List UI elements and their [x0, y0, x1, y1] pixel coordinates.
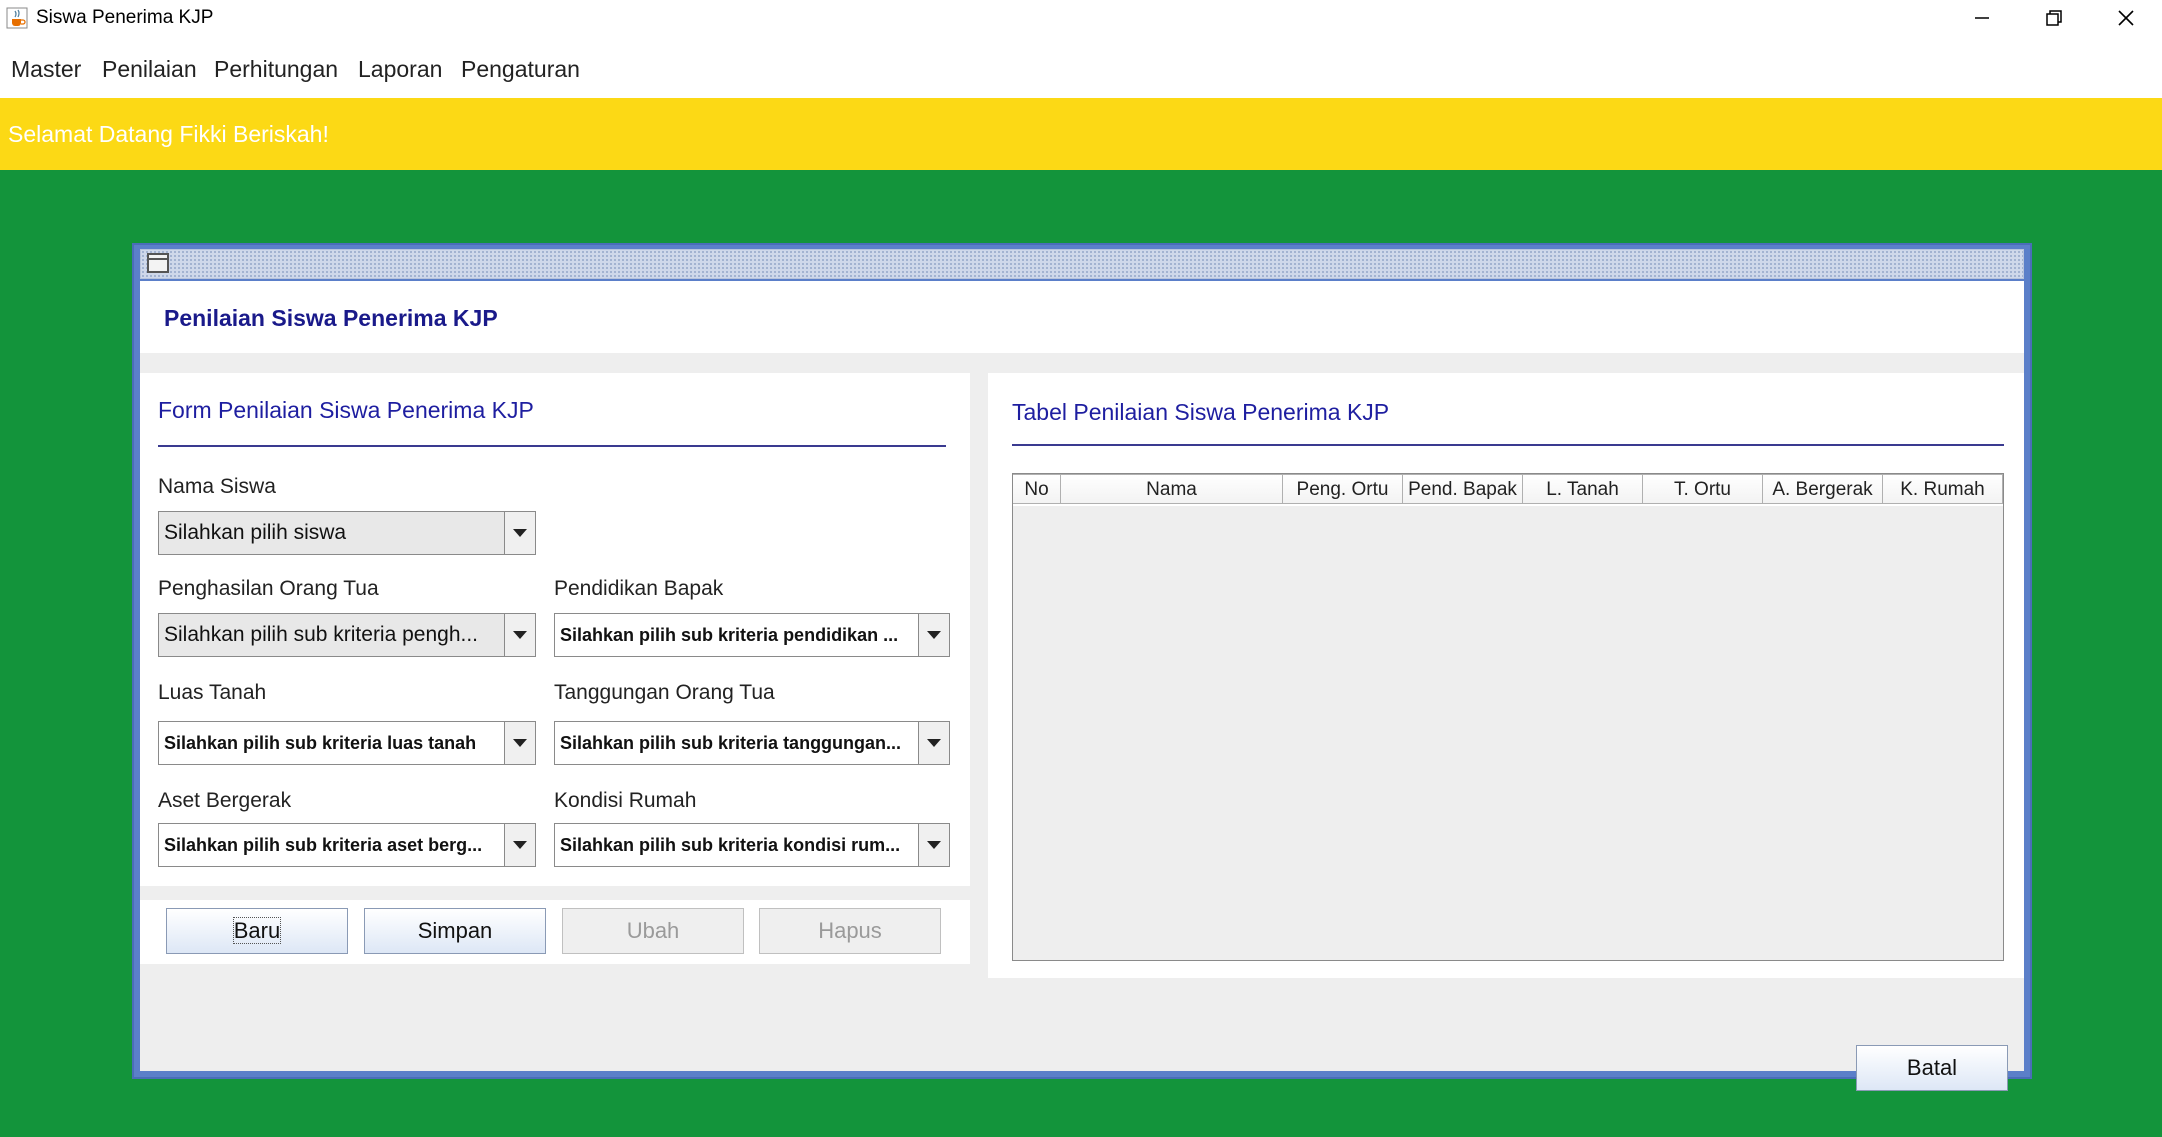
window-title: Siswa Penerima KJP — [36, 7, 214, 28]
table-column-header[interactable]: Peng. Ortu — [1283, 474, 1403, 504]
chevron-down-icon[interactable] — [918, 614, 949, 656]
pendidikan-value: Silahkan pilih sub kriteria pendidikan .… — [560, 625, 899, 645]
table-column-header[interactable]: T. Ortu — [1643, 474, 1763, 504]
table-column-header[interactable]: A. Bergerak — [1763, 474, 1883, 504]
kondisi-combo[interactable]: Silahkan pilih sub kriteria kondisi rum.… — [554, 823, 950, 867]
hapus-button[interactable]: Hapus — [759, 908, 941, 954]
button-panel: Baru Simpan Ubah Hapus — [140, 900, 970, 964]
pendidikan-combo[interactable]: Silahkan pilih sub kriteria pendidikan .… — [554, 613, 950, 657]
welcome-text: Selamat Datang Fikki Beriskah! — [8, 121, 329, 147]
kondisi-value: Silahkan pilih sub kriteria kondisi rum.… — [560, 835, 901, 855]
pendidikan-label: Pendidikan Bapak — [554, 577, 724, 600]
penghasilan-value: Silahkan pilih sub kriteria pengh... — [164, 623, 479, 646]
welcome-banner: Selamat Datang Fikki Beriskah! — [0, 98, 2162, 170]
menu-pengaturan[interactable]: Pengaturan — [461, 56, 580, 83]
chevron-down-icon[interactable] — [504, 512, 535, 554]
aset-label: Aset Bergerak — [158, 789, 292, 812]
baru-button[interactable]: Baru — [166, 908, 348, 954]
chevron-down-icon[interactable] — [918, 722, 949, 764]
table-divider — [1012, 444, 2004, 446]
nama-siswa-combo[interactable]: Silahkan pilih siswa — [158, 511, 536, 555]
table-column-header[interactable]: L. Tanah — [1523, 474, 1643, 504]
chevron-down-icon[interactable] — [504, 824, 535, 866]
menu-perhitungan[interactable]: Perhitungan — [214, 56, 338, 83]
chevron-down-icon[interactable] — [504, 722, 535, 764]
tanggungan-label: Tanggungan Orang Tua — [554, 681, 775, 704]
simpan-label: Simpan — [417, 918, 493, 943]
penghasilan-label: Penghasilan Orang Tua — [158, 577, 379, 600]
close-button[interactable] — [2090, 0, 2162, 36]
penilaian-table[interactable]: No Nama Peng. Ortu Pend. Bapak L. Tanah T. Or… — [1012, 473, 2004, 961]
tanggungan-value: Silahkan pilih sub kriteria tanggungan..… — [560, 733, 902, 753]
minimize-button[interactable] — [1946, 0, 2018, 36]
ubah-label: Ubah — [626, 918, 680, 943]
window-titlebar: Siswa Penerima KJP — [0, 0, 2162, 36]
restore-icon — [2046, 10, 2062, 26]
table-header: No Nama Peng. Ortu Pend. Bapak L. Tanah T. Or… — [1013, 474, 2003, 506]
chevron-down-icon[interactable] — [504, 614, 535, 656]
internal-frame-titlebar[interactable] — [140, 249, 2024, 279]
luas-tanah-label: Luas Tanah — [158, 681, 267, 704]
table-column-header[interactable]: Nama — [1061, 474, 1283, 504]
table-panel: Tabel Penilaian Siswa Penerima KJP No Nam… — [988, 373, 2024, 978]
page-title: Penilaian Siswa Penerima KJP — [164, 305, 498, 331]
chevron-down-icon[interactable] — [918, 824, 949, 866]
minimize-icon — [1975, 17, 1989, 19]
tanggungan-combo[interactable]: Silahkan pilih sub kriteria tanggungan..… — [554, 721, 950, 765]
table-column-header[interactable]: K. Rumah — [1883, 474, 2003, 504]
table-column-header[interactable]: Pend. Bapak — [1403, 474, 1523, 504]
simpan-button[interactable]: Simpan — [364, 908, 546, 954]
close-icon — [2118, 10, 2134, 26]
batal-button[interactable]: Batal — [1856, 1045, 2008, 1091]
aset-value: Silahkan pilih sub kriteria aset berg... — [164, 835, 483, 855]
ubah-button[interactable]: Ubah — [562, 908, 744, 954]
form-heading: Form Penilaian Siswa Penerima KJP — [158, 397, 534, 423]
nama-siswa-label: Nama Siswa — [158, 475, 276, 498]
menu-master[interactable]: Master — [11, 56, 81, 83]
hapus-label: Hapus — [818, 918, 882, 943]
nama-siswa-value: Silahkan pilih siswa — [164, 521, 347, 544]
internal-frame: Penilaian Siswa Penerima KJP Form Penila… — [132, 243, 2032, 1091]
frame-window-icon — [147, 253, 169, 273]
internal-frame-body: Penilaian Siswa Penerima KJP Form Penila… — [140, 281, 2024, 1091]
menu-laporan[interactable]: Laporan — [358, 56, 442, 83]
header-panel: Penilaian Siswa Penerima KJP — [140, 281, 2024, 353]
form-divider — [158, 445, 946, 447]
penghasilan-combo[interactable]: Silahkan pilih sub kriteria pengh... — [158, 613, 536, 657]
form-panel: Form Penilaian Siswa Penerima KJP Nama S… — [140, 373, 970, 886]
baru-label: Baru — [232, 917, 282, 944]
luas-tanah-combo[interactable]: Silahkan pilih sub kriteria luas tanah — [158, 721, 536, 765]
table-heading: Tabel Penilaian Siswa Penerima KJP — [1012, 399, 1390, 425]
batal-label: Batal — [1906, 1055, 1958, 1080]
menu-penilaian[interactable]: Penilaian — [102, 56, 197, 83]
luas-tanah-value: Silahkan pilih sub kriteria luas tanah — [164, 733, 477, 753]
aset-combo[interactable]: Silahkan pilih sub kriteria aset berg... — [158, 823, 536, 867]
menu-bar: Master Penilaian Perhitungan Laporan Pen… — [0, 36, 2162, 99]
table-column-header[interactable]: No — [1013, 474, 1061, 504]
restore-button[interactable] — [2018, 0, 2090, 36]
java-cup-icon — [6, 7, 28, 29]
kondisi-label: Kondisi Rumah — [554, 789, 697, 812]
